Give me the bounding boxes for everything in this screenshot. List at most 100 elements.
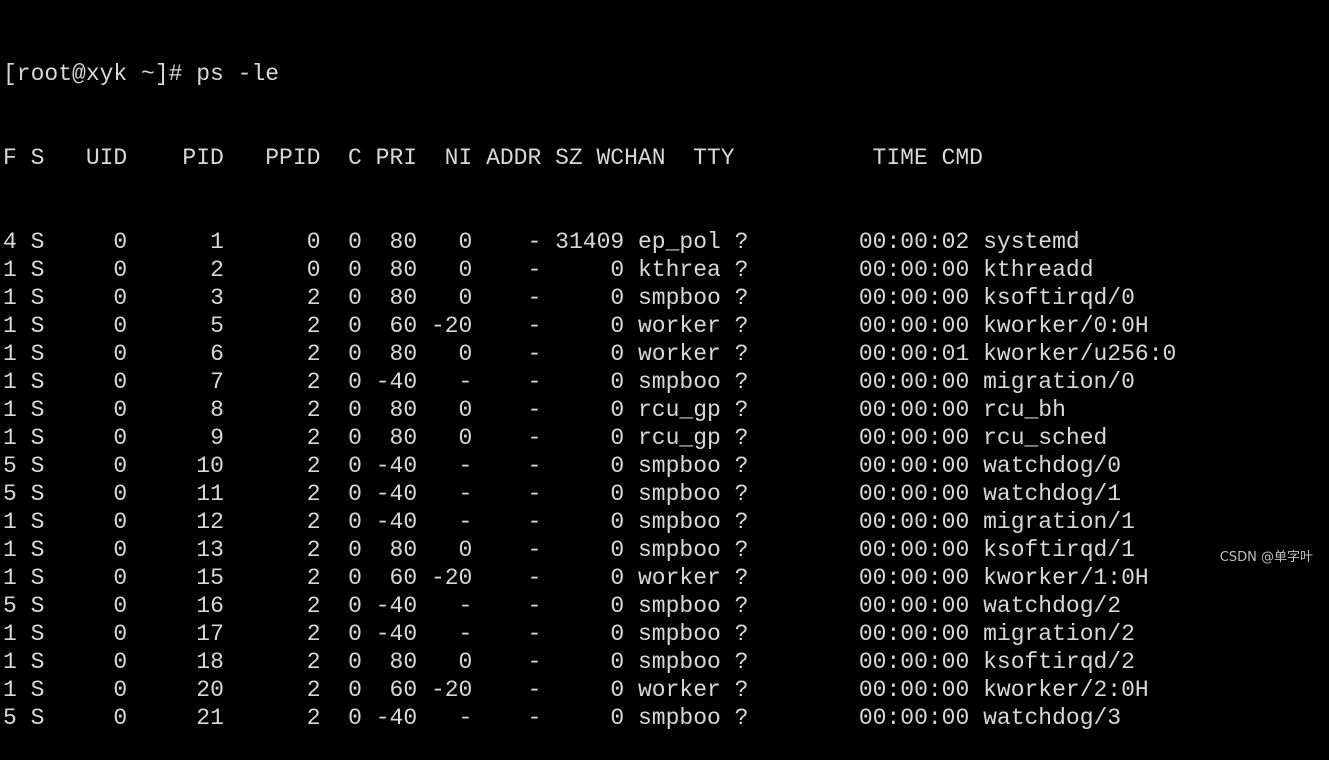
- cell-tty: ?: [720, 621, 777, 647]
- cell-c: 0: [320, 593, 362, 619]
- cell-s: S: [16, 341, 45, 367]
- cell-wchan: worker: [624, 565, 721, 591]
- cell-tty: ?: [720, 285, 777, 311]
- cell-addr: -: [472, 285, 542, 311]
- cell-f: 5: [3, 481, 17, 507]
- cell-s: S: [16, 481, 45, 507]
- cell-f: 1: [3, 565, 17, 591]
- cell-ni: 0: [417, 341, 473, 367]
- cell-f: 1: [3, 621, 17, 647]
- cell-sz: 0: [541, 509, 625, 535]
- cell-addr: -: [472, 481, 542, 507]
- cell-time: 00:00:00: [776, 481, 970, 507]
- cell-s: S: [16, 537, 45, 563]
- cell-sz: 0: [541, 257, 625, 283]
- cell-time: 00:00:00: [776, 509, 970, 535]
- cell-addr: -: [472, 621, 542, 647]
- cell-f: 1: [3, 369, 17, 395]
- cell-f: 1: [3, 257, 17, 283]
- cell-ppid: 2: [223, 621, 321, 647]
- cell-ppid: 2: [223, 705, 321, 731]
- cell-sz: 0: [541, 677, 625, 703]
- ps-process-row: 1 S 0 9 2 0 80 0 - 0 rcu_gp ? 00:00:00 r…: [0, 424, 1329, 452]
- cell-tty: ?: [720, 341, 777, 367]
- cell-tty: ?: [720, 425, 777, 451]
- cell-ppid: 2: [223, 453, 321, 479]
- cell-s: S: [16, 453, 45, 479]
- cell-ni: -: [417, 369, 473, 395]
- cell-uid: 0: [44, 313, 128, 339]
- cell-pid: 15: [127, 565, 224, 591]
- cell-pri: 80: [361, 397, 418, 423]
- cell-addr: -: [472, 341, 542, 367]
- cell-wchan: kthrea: [624, 257, 721, 283]
- cell-tty: ?: [720, 313, 777, 339]
- cell-ni: -: [417, 705, 473, 731]
- cell-pri: 80: [361, 425, 418, 451]
- cell-ppid: 2: [223, 649, 321, 675]
- cell-uid: 0: [44, 397, 128, 423]
- cell-uid: 0: [44, 425, 128, 451]
- cell-pri: 60: [361, 313, 418, 339]
- cell-sz: 0: [541, 565, 625, 591]
- cell-pid: 7: [127, 369, 224, 395]
- cell-time: 00:00:02: [776, 229, 970, 255]
- cell-sz: 0: [541, 425, 625, 451]
- cell-s: S: [16, 593, 45, 619]
- ps-process-row: 1 S 0 8 2 0 80 0 - 0 rcu_gp ? 00:00:00 r…: [0, 396, 1329, 424]
- cell-wchan: worker: [624, 313, 721, 339]
- cell-f: 1: [3, 341, 17, 367]
- cell-time: 00:00:00: [776, 313, 970, 339]
- cell-addr: -: [472, 453, 542, 479]
- cell-uid: 0: [44, 705, 128, 731]
- cell-c: 0: [320, 649, 362, 675]
- cell-uid: 0: [44, 369, 128, 395]
- cell-wchan: smpboo: [624, 369, 721, 395]
- ps-process-row: 1 S 0 6 2 0 80 0 - 0 worker ? 00:00:01 k…: [0, 340, 1329, 368]
- cell-pid: 8: [127, 397, 224, 423]
- cell-time: 00:00:00: [776, 425, 970, 451]
- cell-pid: 21: [127, 705, 224, 731]
- cell-cmd: kworker/2:0H: [969, 677, 1149, 703]
- cell-wchan: smpboo: [624, 285, 721, 311]
- cell-tty: ?: [720, 705, 777, 731]
- cell-pid: 5: [127, 313, 224, 339]
- cell-c: 0: [320, 341, 362, 367]
- ps-process-row: 4 S 0 1 0 0 80 0 - 31409 ep_pol ? 00:00:…: [0, 228, 1329, 256]
- cell-c: 0: [320, 313, 362, 339]
- cell-s: S: [16, 509, 45, 535]
- ps-process-row: 1 S 0 5 2 0 60 -20 - 0 worker ? 00:00:00…: [0, 312, 1329, 340]
- cell-wchan: worker: [624, 341, 721, 367]
- cell-wchan: smpboo: [624, 705, 721, 731]
- cell-uid: 0: [44, 285, 128, 311]
- cell-time: 00:00:00: [776, 705, 970, 731]
- terminal-window[interactable]: [root@xyk ~]# ps -le F S UID PID PPID C …: [0, 0, 1329, 731]
- cell-tty: ?: [720, 397, 777, 423]
- cell-ppid: 2: [223, 509, 321, 535]
- cell-ni: -: [417, 621, 473, 647]
- cell-uid: 0: [44, 257, 128, 283]
- watermark: CSDN @单字叶: [1219, 550, 1313, 565]
- cell-pid: 2: [127, 257, 224, 283]
- cell-cmd: kworker/1:0H: [969, 565, 1149, 591]
- cell-pid: 3: [127, 285, 224, 311]
- ps-process-row: 1 S 0 17 2 0 -40 - - 0 smpboo ? 00:00:00…: [0, 620, 1329, 648]
- cell-cmd: migration/2: [969, 621, 1135, 647]
- cell-tty: ?: [720, 677, 777, 703]
- cell-tty: ?: [720, 453, 777, 479]
- cell-ppid: 2: [223, 369, 321, 395]
- cell-pri: 80: [361, 649, 418, 675]
- cell-tty: ?: [720, 369, 777, 395]
- cell-c: 0: [320, 565, 362, 591]
- cell-cmd: ksoftirqd/0: [969, 285, 1135, 311]
- cell-s: S: [16, 621, 45, 647]
- cell-wchan: smpboo: [624, 537, 721, 563]
- cell-pri: 80: [361, 285, 418, 311]
- cell-pri: -40: [361, 593, 418, 619]
- cell-sz: 0: [541, 397, 625, 423]
- cell-time: 00:00:01: [776, 341, 970, 367]
- cell-uid: 0: [44, 593, 128, 619]
- cell-cmd: kworker/0:0H: [969, 313, 1149, 339]
- cell-ni: -: [417, 509, 473, 535]
- ps-process-row: 1 S 0 2 0 0 80 0 - 0 kthrea ? 00:00:00 k…: [0, 256, 1329, 284]
